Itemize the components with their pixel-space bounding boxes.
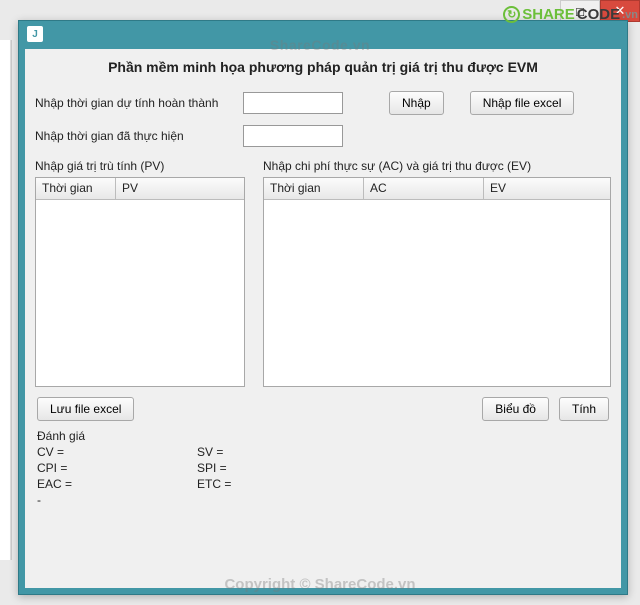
label-actual-time: Nhập thời gian đã thực hiện bbox=[35, 129, 235, 143]
save-excel-button[interactable]: Lưu file excel bbox=[37, 397, 134, 421]
cpi-label: CPI = bbox=[37, 461, 197, 475]
pv-col-pv[interactable]: PV bbox=[116, 178, 244, 200]
java-app-window: J Phần mềm minh họa phương pháp quản trị… bbox=[18, 20, 628, 595]
input-estimated-time[interactable] bbox=[243, 92, 343, 114]
label-estimated-time: Nhập thời gian dự tính hoàn thành bbox=[35, 96, 235, 110]
enter-button[interactable]: Nhập bbox=[389, 91, 444, 115]
acev-table-caption: Nhập chi phí thực sự (AC) và giá trị thu… bbox=[263, 155, 611, 177]
window-client-area: Phần mềm minh họa phương pháp quản trị g… bbox=[25, 49, 621, 588]
outer-window-controls: □ ✕ bbox=[560, 0, 640, 22]
chart-button[interactable]: Biểu đồ bbox=[482, 397, 549, 421]
maximize-icon: □ bbox=[576, 4, 584, 19]
eac-label: EAC = bbox=[37, 477, 197, 491]
acev-col-ev[interactable]: EV bbox=[484, 178, 610, 200]
acev-table-body[interactable] bbox=[264, 200, 610, 386]
close-icon: ✕ bbox=[615, 3, 626, 19]
calc-button[interactable]: Tính bbox=[559, 397, 609, 421]
pv-table-caption: Nhập giá trị trù tính (PV) bbox=[35, 155, 245, 177]
input-actual-time[interactable] bbox=[243, 125, 343, 147]
pv-table[interactable]: Thời gian PV bbox=[35, 177, 245, 387]
acev-col-ac[interactable]: AC bbox=[364, 178, 484, 200]
import-excel-button[interactable]: Nhập file excel bbox=[470, 91, 575, 115]
sv-label: SV = bbox=[197, 445, 357, 459]
pv-col-time[interactable]: Thời gian bbox=[36, 178, 116, 200]
spi-label: SPI = bbox=[197, 461, 357, 475]
evaluation-title: Đánh giá bbox=[37, 427, 609, 445]
acev-col-time[interactable]: Thời gian bbox=[264, 178, 364, 200]
etc-label: ETC = bbox=[197, 477, 357, 491]
page-title: Phần mềm minh họa phương pháp quản trị g… bbox=[25, 49, 621, 89]
background-vertical-strip bbox=[0, 40, 12, 560]
acev-table[interactable]: Thời gian AC EV bbox=[263, 177, 611, 387]
window-titlebar[interactable]: J bbox=[19, 21, 627, 47]
outer-maximize-button[interactable]: □ bbox=[560, 0, 600, 22]
cv-label: CV = bbox=[37, 445, 197, 459]
outer-close-button[interactable]: ✕ bbox=[600, 0, 640, 22]
acev-table-header: Thời gian AC EV bbox=[264, 178, 610, 200]
extra-label: - bbox=[37, 493, 197, 507]
pv-table-body[interactable] bbox=[36, 200, 244, 386]
java-icon: J bbox=[27, 26, 43, 42]
pv-table-header: Thời gian PV bbox=[36, 178, 244, 200]
